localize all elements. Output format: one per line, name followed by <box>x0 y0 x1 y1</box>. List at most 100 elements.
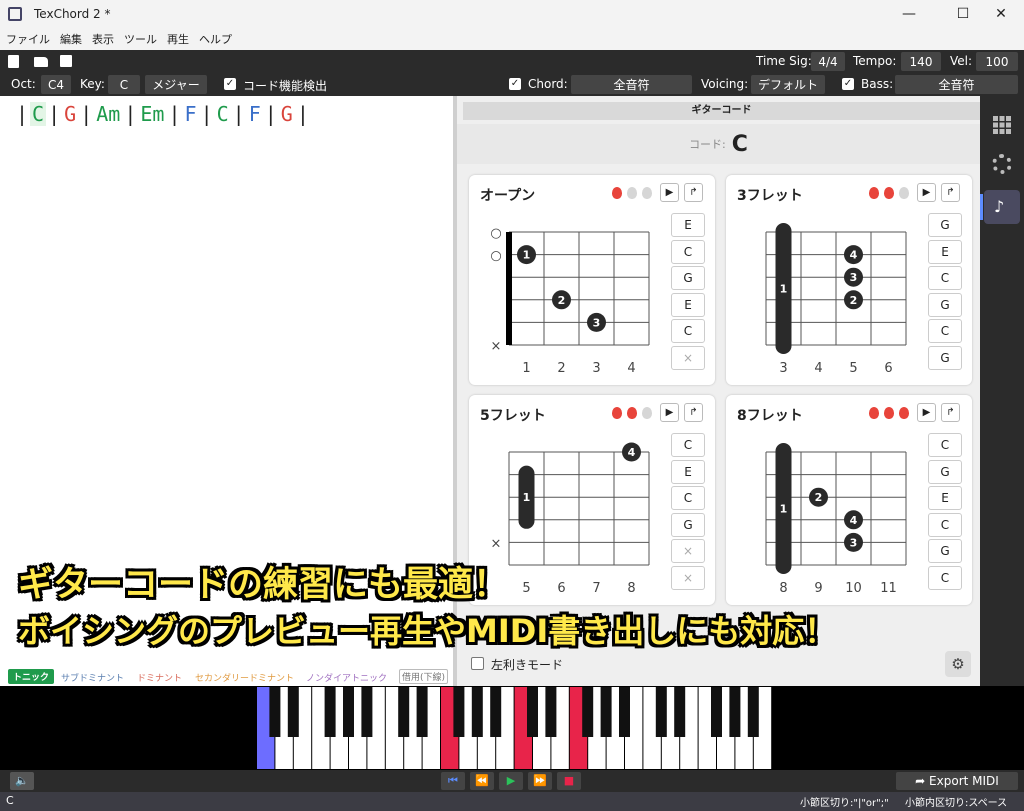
string-note[interactable]: × <box>671 345 705 370</box>
left-hand-checkbox[interactable] <box>471 657 484 670</box>
status-chord: C <box>6 794 14 807</box>
open-folder-icon[interactable] <box>34 57 48 67</box>
string-note[interactable]: C <box>928 512 962 537</box>
velocity-field[interactable]: 100 <box>976 52 1018 71</box>
fret-number: 2 <box>557 361 565 375</box>
chord-detect-checkbox[interactable]: ✓ <box>224 78 236 90</box>
string-note[interactable]: E <box>928 486 962 510</box>
mode-select[interactable]: メジャー <box>145 75 207 94</box>
string-note[interactable]: C <box>671 319 705 343</box>
fretboard-diagram: ○ ○ × 1 2 3 4 1 2 3 <box>490 226 650 375</box>
finger-number: 1 <box>523 249 531 262</box>
play-voicing-button[interactable]: ▶ <box>917 183 936 202</box>
chord-token[interactable]: G <box>62 102 78 126</box>
rewind-button[interactable]: ⏪ <box>470 772 494 790</box>
string-note[interactable]: G <box>928 292 962 317</box>
guitar-tab-button[interactable]: ♪ <box>980 190 1020 224</box>
time-sig-field[interactable]: 4/4 <box>811 52 845 71</box>
string-note[interactable]: C <box>928 433 962 457</box>
string-note[interactable]: C <box>671 433 705 457</box>
octave-field[interactable]: C4 <box>41 75 71 94</box>
black-key <box>655 687 667 737</box>
play-voicing-button[interactable]: ▶ <box>660 183 679 202</box>
chord-token[interactable]: C <box>215 102 231 126</box>
chord-token[interactable]: G <box>279 102 295 126</box>
finger-number: 2 <box>815 491 823 504</box>
black-key <box>600 687 612 737</box>
voicing-title: 5フレット <box>480 408 546 424</box>
settings-gear-icon[interactable]: ⚙ <box>945 651 971 677</box>
menu-file[interactable]: ファイル <box>6 31 50 47</box>
black-key <box>398 687 410 737</box>
tempo-label: Tempo: <box>853 54 897 68</box>
string-note[interactable]: G <box>928 345 962 370</box>
bar-line: | <box>232 102 245 126</box>
string-notes: CGECGC <box>928 433 962 592</box>
chord-token[interactable]: F <box>247 102 263 126</box>
string-note[interactable]: C <box>928 565 962 590</box>
chord-token[interactable]: Am <box>94 102 122 126</box>
chord-checkbox[interactable]: ✓ <box>509 78 521 90</box>
black-key <box>453 687 465 737</box>
chord-progression[interactable]: | C | G | Am | Em | F | C | F | G | <box>14 102 311 126</box>
string-note[interactable]: C <box>928 266 962 290</box>
string-note[interactable]: E <box>928 239 962 264</box>
close-button[interactable]: ✕ <box>978 0 1024 28</box>
chord-token[interactable]: Em <box>138 102 166 126</box>
string-note[interactable]: G <box>928 213 962 237</box>
save-icon[interactable] <box>60 55 72 67</box>
export-voicing-button[interactable]: ↱ <box>684 183 703 202</box>
play-voicing-button[interactable]: ▶ <box>917 403 936 422</box>
string-note[interactable]: G <box>671 266 705 290</box>
guitar-icon: ♪ <box>994 197 1005 216</box>
fretboard-diagram: 8 9 10 111243 <box>765 443 907 595</box>
fast-forward-button[interactable]: ⏩ <box>528 772 552 790</box>
string-note[interactable]: × <box>671 565 705 590</box>
piano-keyboard[interactable] <box>0 686 1024 770</box>
menu-view[interactable]: 表示 <box>92 31 114 47</box>
string-note[interactable]: G <box>928 459 962 484</box>
menu-edit[interactable]: 編集 <box>60 31 82 47</box>
menu-tools[interactable]: ツール <box>124 31 157 47</box>
string-note[interactable]: E <box>671 213 705 237</box>
chord-duration-select[interactable]: 全音符 <box>571 75 692 94</box>
skip-start-button[interactable]: ⏮ <box>441 772 465 790</box>
bass-duration-select[interactable]: 全音符 <box>895 75 1018 94</box>
play-voicing-button[interactable]: ▶ <box>660 403 679 422</box>
string-note[interactable]: G <box>928 539 962 563</box>
string-note[interactable]: C <box>671 486 705 510</box>
string-note[interactable]: E <box>671 459 705 484</box>
string-note[interactable]: E <box>671 292 705 317</box>
string-note[interactable]: G <box>671 512 705 537</box>
chord-name-row: コード: C <box>457 124 980 164</box>
string-note[interactable]: C <box>671 239 705 264</box>
black-key <box>674 687 686 737</box>
export-voicing-button[interactable]: ↱ <box>941 183 960 202</box>
stop-button[interactable]: ■ <box>557 772 581 790</box>
voicing-title: 8フレット <box>737 408 803 424</box>
difficulty-flame-icon <box>884 187 894 199</box>
string-note[interactable]: C <box>928 319 962 343</box>
export-voicing-button[interactable]: ↱ <box>684 403 703 422</box>
bar-line: | <box>168 102 181 126</box>
key-field[interactable]: C <box>108 75 140 94</box>
tempo-field[interactable]: 140 <box>901 52 941 71</box>
voicing-select[interactable]: デフォルト <box>751 75 825 94</box>
menu-play[interactable]: 再生 <box>167 31 189 47</box>
string-note[interactable]: × <box>671 539 705 563</box>
volume-icon[interactable]: 🔈 <box>10 772 34 790</box>
bass-checkbox[interactable]: ✓ <box>842 78 854 90</box>
legend-borrowed: 借用(下線) <box>399 669 449 684</box>
new-file-icon[interactable] <box>8 55 19 68</box>
circle-of-fifths-icon[interactable] <box>992 154 1012 174</box>
grid-view-icon[interactable] <box>993 116 1011 134</box>
export-voicing-button[interactable]: ↱ <box>941 403 960 422</box>
bar-line: | <box>48 102 61 126</box>
minimize-button[interactable]: — <box>886 0 932 28</box>
difficulty-flame-icon <box>612 407 622 419</box>
export-midi-button[interactable]: ➦ Export MIDI <box>896 772 1018 790</box>
chord-token[interactable]: C <box>30 102 47 126</box>
menu-help[interactable]: ヘルプ <box>199 31 232 47</box>
chord-token[interactable]: F <box>183 102 199 126</box>
play-button[interactable]: ▶ <box>499 772 523 790</box>
